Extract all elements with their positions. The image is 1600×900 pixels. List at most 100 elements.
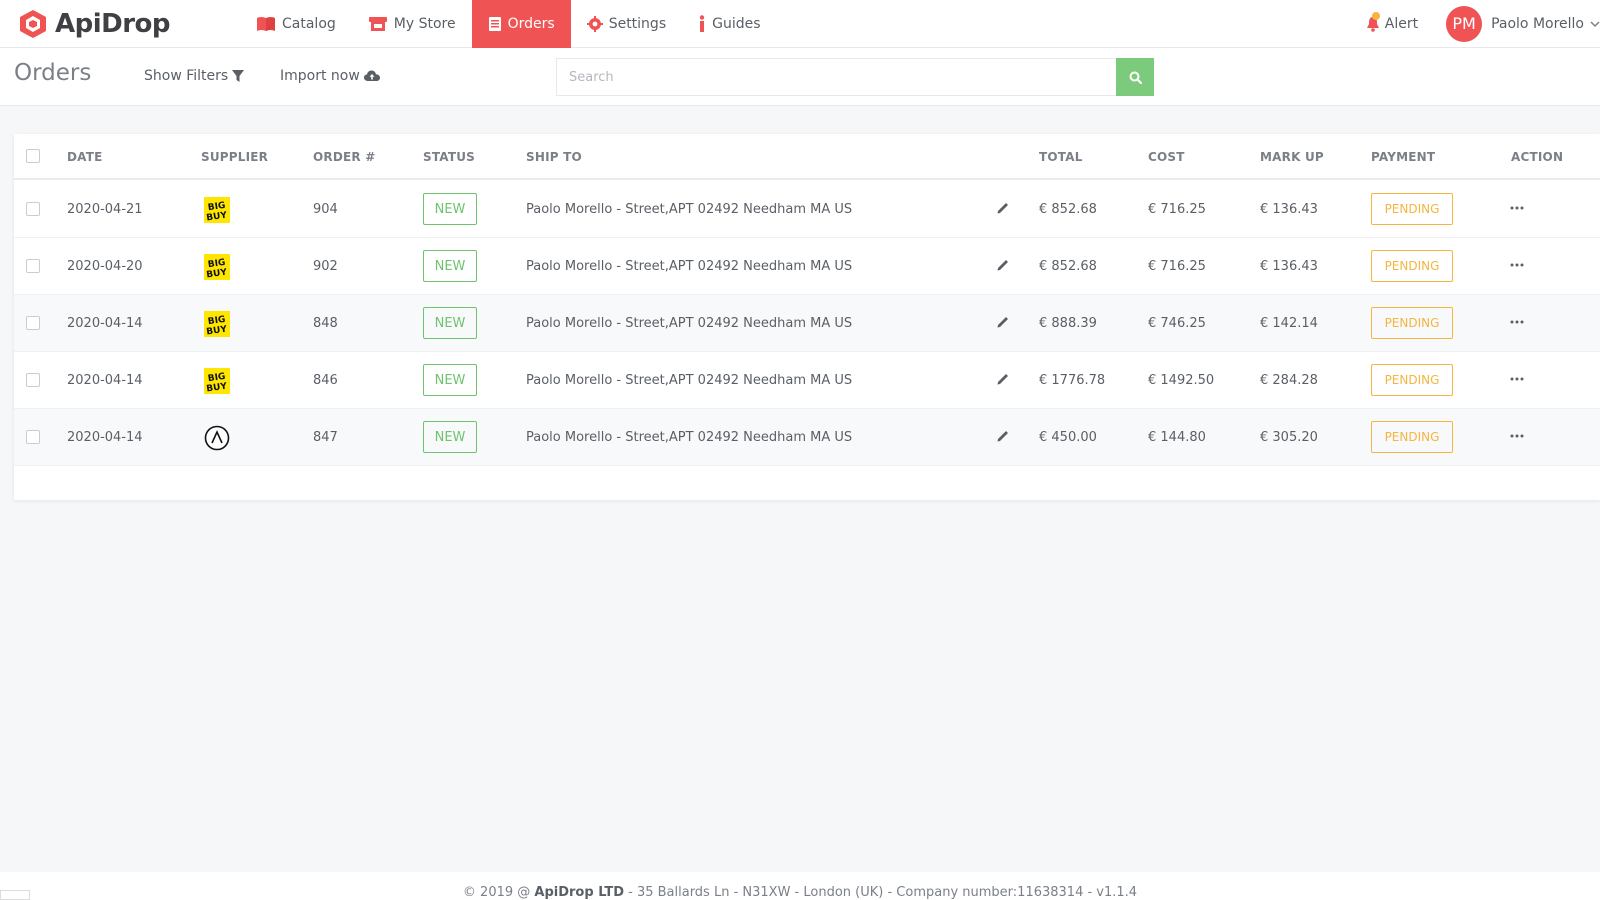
nav-settings-label: Settings — [608, 15, 667, 32]
orders-icon — [488, 16, 502, 32]
apidrop-logo-icon — [20, 9, 46, 38]
pencil-icon[interactable] — [996, 372, 1010, 386]
nav-right: Alert PM Paolo Morello — [1366, 0, 1600, 48]
cloud-upload-icon — [363, 70, 380, 81]
user-menu[interactable]: PM Paolo Morello — [1446, 5, 1600, 42]
search-bar — [556, 58, 1154, 96]
book-icon — [256, 16, 276, 32]
chevron-down-icon — [1590, 20, 1600, 27]
user-name: Paolo Morello — [1491, 15, 1584, 32]
row-checkbox[interactable] — [26, 430, 40, 444]
ship-to: Paolo Morello - Street,APT 02492 Needham… — [526, 316, 853, 331]
payment-badge[interactable]: PENDING — [1371, 193, 1453, 225]
footer-prefix: © 2019 @ — [462, 885, 535, 900]
order-date: 2020-04-14 — [67, 316, 143, 331]
search-button[interactable] — [1116, 58, 1154, 96]
row-checkbox[interactable] — [26, 316, 40, 330]
order-number[interactable]: 846 — [313, 373, 338, 388]
table-row[interactable]: 2020-04-20 BIG BUY 902 NEW Paolo Morello … — [14, 238, 1600, 295]
table-row[interactable]: 2020-04-21 BIG BUY 904 NEW Paolo Morello … — [14, 181, 1600, 238]
tray-icon — [0, 890, 30, 900]
status-badge: NEW — [423, 193, 477, 225]
bigbuy-logo-icon: BIGBUY — [204, 311, 230, 337]
col-supplier[interactable]: SUPPLIER — [201, 150, 268, 164]
col-order[interactable]: ORDER # — [313, 150, 375, 164]
order-number[interactable]: 847 — [313, 430, 338, 445]
col-date[interactable]: DATE — [67, 150, 103, 164]
import-now-label: Import now — [280, 68, 360, 84]
status-badge: NEW — [423, 307, 477, 339]
alert-button[interactable]: Alert — [1366, 11, 1418, 32]
table-row[interactable]: 2020-04-14 BIG BUY 846 NEW Paolo Morello … — [14, 352, 1600, 409]
payment-badge[interactable]: PENDING — [1371, 421, 1453, 453]
order-cost: € 716.25 — [1148, 259, 1206, 274]
status-badge: NEW — [423, 421, 477, 453]
order-total: € 888.39 — [1039, 316, 1097, 331]
top-navbar: ApiDrop Catalog My Store Orders Settings — [0, 0, 1600, 48]
select-all-checkbox[interactable] — [26, 149, 40, 163]
order-cost: € 1492.50 — [1148, 373, 1215, 388]
col-action: ACTION — [1511, 150, 1564, 164]
info-icon — [698, 14, 706, 33]
order-number[interactable]: 848 — [313, 316, 338, 331]
payment-badge[interactable]: PENDING — [1371, 307, 1453, 339]
order-markup: € 136.43 — [1260, 202, 1318, 217]
show-filters-button[interactable]: Show Filters — [144, 68, 245, 84]
nav-my-store[interactable]: My Store — [352, 0, 472, 48]
nav-orders[interactable]: Orders — [471, 0, 571, 48]
row-checkbox[interactable] — [26, 202, 40, 216]
main-nav: Catalog My Store Orders Settings Guides — [240, 0, 777, 48]
pencil-icon[interactable] — [996, 258, 1010, 272]
order-total: € 450.00 — [1039, 430, 1097, 445]
order-total: € 852.68 — [1039, 202, 1097, 217]
avatar: PM — [1446, 5, 1483, 42]
search-input[interactable] — [556, 58, 1116, 96]
pencil-icon[interactable] — [996, 429, 1010, 443]
footer: © 2019 @ ApiDrop LTD - 35 Ballards Ln - … — [0, 872, 1600, 900]
table-row[interactable]: 2020-04-14 847 NEW Paolo Morello - Stree… — [14, 409, 1600, 466]
payment-badge[interactable]: PENDING — [1371, 250, 1453, 282]
status-badge: NEW — [423, 364, 477, 396]
footer-company-link[interactable]: ApiDrop LTD — [534, 885, 624, 900]
col-ship-to[interactable]: SHIP TO — [526, 150, 582, 164]
order-markup: € 142.14 — [1260, 316, 1318, 331]
filter-icon — [232, 69, 245, 82]
table-row[interactable]: 2020-04-14 BIG BUY 848 NEW Paolo Morello … — [14, 295, 1600, 352]
bell-icon — [1366, 11, 1380, 32]
payment-badge[interactable]: PENDING — [1371, 364, 1453, 396]
more-horizontal-icon[interactable] — [1510, 377, 1524, 381]
more-horizontal-icon[interactable] — [1510, 434, 1524, 438]
col-cost[interactable]: COST — [1148, 150, 1185, 164]
bigbuy-logo-icon: BIGBUY — [204, 254, 230, 280]
row-checkbox[interactable] — [26, 259, 40, 273]
brand[interactable]: ApiDrop — [18, 9, 240, 39]
more-horizontal-icon[interactable] — [1510, 263, 1524, 267]
nav-guides[interactable]: Guides — [682, 0, 776, 48]
order-total: € 1776.78 — [1039, 373, 1106, 388]
ship-to: Paolo Morello - Street,APT 02492 Needham… — [526, 373, 853, 388]
gear-icon — [586, 15, 603, 32]
order-number[interactable]: 902 — [313, 259, 338, 274]
order-number[interactable]: 904 — [313, 202, 338, 217]
col-total[interactable]: TOTAL — [1039, 150, 1083, 164]
order-date: 2020-04-21 — [67, 202, 143, 217]
row-checkbox[interactable] — [26, 373, 40, 387]
order-cost: € 144.80 — [1148, 430, 1206, 445]
more-horizontal-icon[interactable] — [1510, 320, 1524, 324]
nav-catalog[interactable]: Catalog — [240, 0, 352, 48]
col-payment[interactable]: PAYMENT — [1371, 150, 1435, 164]
order-cost: € 716.25 — [1148, 202, 1206, 217]
footer-address: - 35 Ballards Ln - N31XW - London (UK) -… — [623, 885, 1138, 900]
import-now-button[interactable]: Import now — [280, 68, 380, 84]
order-date: 2020-04-20 — [67, 259, 143, 274]
order-date: 2020-04-14 — [67, 373, 143, 388]
order-markup: € 305.20 — [1260, 430, 1318, 445]
status-badge: NEW — [423, 250, 477, 282]
col-status[interactable]: STATUS — [423, 150, 475, 164]
order-total: € 852.68 — [1039, 259, 1097, 274]
pencil-icon[interactable] — [996, 201, 1010, 215]
more-horizontal-icon[interactable] — [1510, 206, 1524, 210]
nav-settings[interactable]: Settings — [571, 0, 682, 48]
pencil-icon[interactable] — [996, 315, 1010, 329]
col-markup[interactable]: MARK UP — [1260, 150, 1324, 164]
